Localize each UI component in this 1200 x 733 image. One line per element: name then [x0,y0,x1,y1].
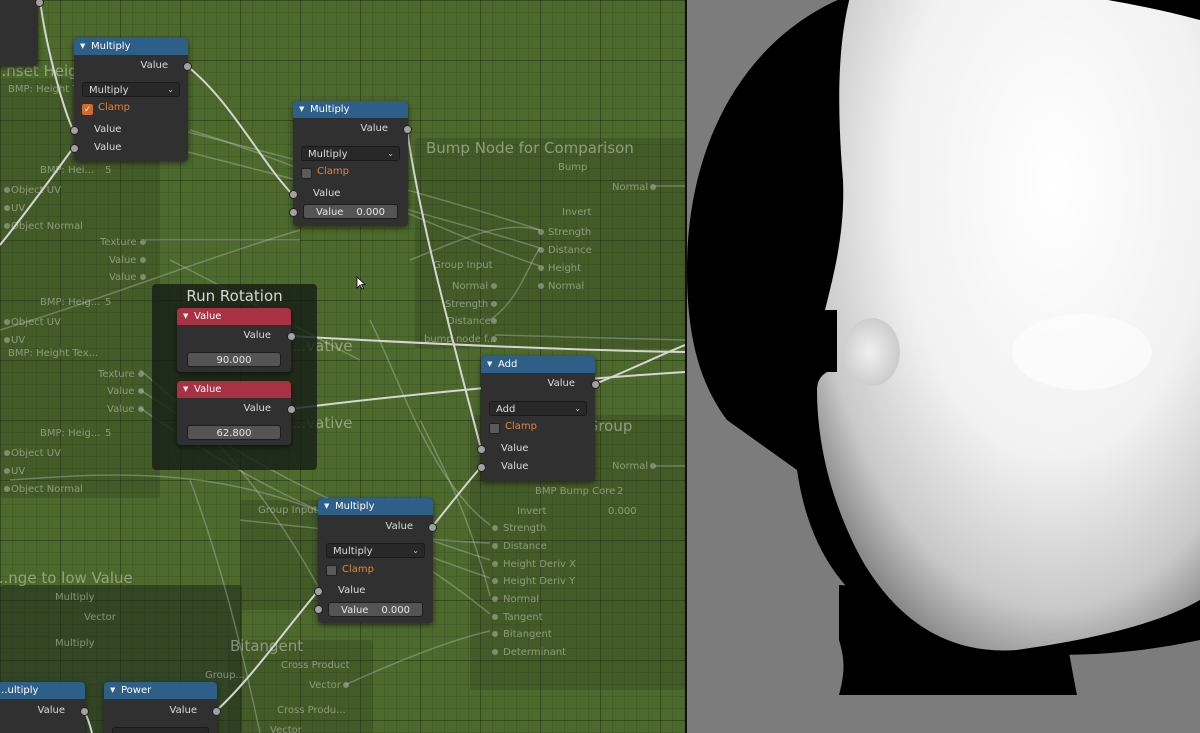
node-title: Multiply [335,501,375,512]
operation-value: Multiply [89,85,129,96]
node-title: Multiply [91,41,131,52]
operation-dropdown[interactable]: Multiply ⌄ [326,543,425,558]
field-label: Value [341,605,369,616]
input-socket[interactable] [70,126,79,135]
output-label: Value [547,378,575,389]
node-power[interactable]: ▼ Power Value [104,682,221,733]
field-value: 0.000 [381,605,410,616]
output-label: Value [243,330,271,341]
node-value-2[interactable]: ▼ Value Value 62.800 [177,381,296,445]
node-header[interactable]: ▼ Multiply [74,38,188,55]
output-socket[interactable] [183,62,192,71]
output-socket[interactable] [403,125,412,134]
field-label: Value [316,207,344,218]
input-label: Value [94,124,122,135]
clamp-label: Clamp [317,166,349,177]
input-label: Value [501,461,529,472]
value-field[interactable]: 90.000 [187,352,281,367]
input-label: Value [338,585,366,596]
node-title: ...ultiply [0,685,39,696]
collapse-triangle-icon[interactable]: ▼ [487,356,492,373]
operation-value: Add [496,404,516,415]
value-field[interactable]: Value 0.000 [328,602,423,617]
output-label: Value [385,521,413,532]
clamp-checkbox[interactable] [489,423,500,434]
input-socket[interactable] [477,445,486,454]
operation-dropdown[interactable]: Multiply ⌄ [301,146,400,161]
collapse-triangle-icon[interactable]: ▼ [110,682,115,699]
collapse-triangle-icon[interactable]: ▼ [80,38,85,55]
collapse-triangle-icon[interactable]: ▼ [183,381,188,398]
chevron-down-icon: ⌄ [574,404,581,413]
node-header[interactable]: ▼ Power [104,682,217,699]
input-label: Value [94,142,122,153]
input-socket[interactable] [70,144,79,153]
node-multiply-2[interactable]: ▼ Multiply Value Multiply ⌄ Clamp Value Va… [289,101,412,226]
input-label: Value [313,188,341,199]
head-render [687,0,1200,733]
output-socket[interactable] [287,332,296,341]
collapse-triangle-icon[interactable]: ▼ [183,308,188,325]
operation-dropdown[interactable]: Add ⌄ [489,401,587,416]
output-socket[interactable] [287,405,296,414]
node-title: Value [194,384,222,395]
node-multiply-1[interactable]: ▼ Multiply Value Multiply ⌄ ✓ Clamp Value … [70,38,192,161]
node-value-1[interactable]: ▼ Value Value 90.000 [177,308,296,372]
field-value: 0.000 [356,207,385,218]
node-header[interactable]: ▼ Multiply [293,101,408,118]
node-title: Value [194,311,222,322]
value-field[interactable]: Value 0.000 [303,204,398,219]
node-header[interactable]: ▼ Multiply [318,498,433,515]
output-socket[interactable] [80,707,89,716]
clamp-label: Clamp [342,564,374,575]
field-value: 62.800 [216,428,252,439]
node-multiply-4[interactable]: ...ultiply Value [0,682,89,733]
field-value: 90.000 [216,355,252,366]
clamp-checkbox[interactable] [326,565,337,576]
operation-dropdown[interactable]: Multiply ⌄ [82,82,180,97]
node-header[interactable]: ▼ Add [481,356,595,373]
output-socket[interactable] [212,707,221,716]
node-add[interactable]: ▼ Add Value Add ⌄ Clamp Value Value [477,356,600,481]
input-label: Value [501,443,529,454]
collapse-triangle-icon[interactable]: ▼ [299,101,304,118]
node-title: Power [121,685,152,696]
output-label: Value [169,705,197,716]
node-header[interactable]: ▼ Value [177,308,291,325]
collapse-triangle-icon[interactable]: ▼ [324,498,329,515]
operation-dropdown[interactable] [112,727,209,733]
frame-label: Run Rotation [186,287,283,305]
node-multiply-3[interactable]: ▼ Multiply Value Multiply ⌄ Clamp Value Va… [314,498,437,623]
clamp-label: Clamp [505,421,537,432]
chevron-down-icon: ⌄ [167,85,174,94]
node-partial-top-left[interactable] [0,0,38,66]
render-viewport[interactable] [687,0,1200,733]
node-title: Multiply [310,104,350,115]
value-field[interactable]: 62.800 [187,425,281,440]
mouse-cursor-icon [356,276,366,290]
operation-value: Multiply [333,546,373,557]
clamp-checkbox[interactable]: ✓ [82,104,93,115]
node-editor[interactable]: ...nset Height Texture Bump Node for Com… [0,0,685,733]
clamp-label: Clamp [98,102,130,113]
output-label: Value [360,123,388,134]
output-socket[interactable] [428,523,437,532]
node-header[interactable]: ...ultiply [0,682,85,699]
input-socket[interactable] [289,190,298,199]
node-header[interactable]: ▼ Value [177,381,291,398]
chevron-down-icon: ⌄ [412,546,419,555]
node-title: Add [498,359,518,370]
input-socket[interactable] [314,587,323,596]
input-socket[interactable] [289,208,298,217]
input-socket[interactable] [314,605,323,614]
output-label: Value [243,403,271,414]
output-label: Value [140,60,168,71]
operation-value: Multiply [308,149,348,160]
clamp-checkbox[interactable] [301,168,312,179]
chevron-down-icon: ⌄ [387,149,394,158]
input-socket[interactable] [477,463,486,472]
output-label: Value [37,705,65,716]
output-socket[interactable] [591,380,600,389]
